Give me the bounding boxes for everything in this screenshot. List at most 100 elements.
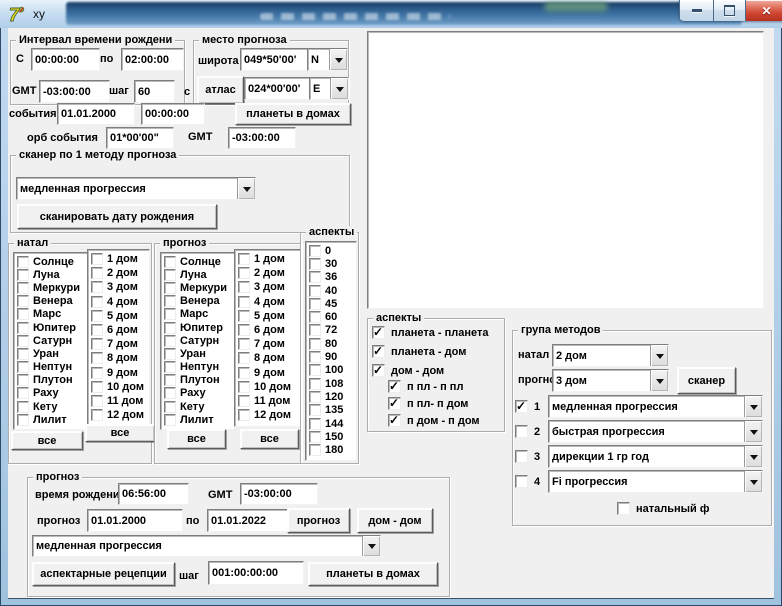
natal-f-row[interactable]: натальный ф — [617, 502, 710, 515]
house-list-item[interactable]: 12 дом — [91, 408, 149, 422]
natal-planets-list[interactable]: СолнцеЛунаМеркуриВенераМарсЮпитерСатурнУ… — [13, 252, 88, 430]
checkbox-icon[interactable] — [17, 401, 29, 413]
planet-list-item[interactable]: Уран — [17, 347, 87, 360]
aspect-flag-row[interactable]: планета - планета — [372, 326, 501, 339]
checkbox-icon[interactable] — [164, 256, 176, 268]
checkbox-icon[interactable] — [388, 414, 401, 427]
scanner-method-combo[interactable]: медленная прогрессия — [16, 177, 256, 200]
checkbox-icon[interactable] — [164, 335, 176, 347]
checkbox-icon[interactable] — [309, 378, 321, 390]
methods-prognoz-combo[interactable]: 3 дом — [552, 369, 669, 392]
chevron-down-icon[interactable] — [744, 471, 762, 492]
checkbox-icon[interactable] — [515, 475, 528, 488]
checkbox-icon[interactable] — [91, 267, 103, 279]
checkbox-icon[interactable] — [17, 361, 29, 373]
checkbox-icon[interactable] — [91, 324, 103, 336]
aspect-list-item[interactable]: 100 — [309, 364, 356, 377]
method-combo[interactable]: медленная прогрессия — [548, 395, 763, 418]
planet-list-item[interactable]: Раху — [164, 387, 234, 400]
natal-houses-all-button[interactable]: все — [85, 424, 155, 442]
checkbox-icon[interactable] — [17, 414, 29, 426]
planet-list-item[interactable]: Уран — [164, 347, 234, 360]
house-list-item[interactable]: 6 дом — [238, 323, 301, 337]
minimize-button[interactable] — [679, 0, 714, 21]
checkbox-icon[interactable] — [164, 308, 176, 320]
birth-time-input[interactable]: 06:56:00 — [118, 483, 189, 505]
longitude-input[interactable]: 024*00'00' — [244, 77, 313, 100]
checkbox-icon[interactable] — [309, 258, 321, 270]
checkbox-icon[interactable] — [309, 404, 321, 416]
atlas-button[interactable]: атлас — [197, 76, 244, 104]
natal-houses-list[interactable]: 1 дом2 дом3 дом4 дом5 дом6 дом7 дом8 дом… — [87, 249, 150, 427]
house-list-item[interactable]: 5 дом — [91, 309, 149, 323]
method-combo[interactable]: быстрая прогрессия — [548, 420, 763, 443]
planet-list-item[interactable]: Марс — [17, 308, 87, 321]
planet-list-item[interactable]: Сатурн — [17, 334, 87, 347]
chevron-down-icon[interactable] — [362, 536, 380, 556]
aspect-receptions-button[interactable]: аспектарные рецепции — [32, 562, 175, 586]
checkbox-icon[interactable] — [164, 387, 176, 399]
methods-natal-combo[interactable]: 2 дом — [552, 344, 669, 367]
aspect-list-item[interactable]: 45 — [309, 297, 356, 310]
house-list-item[interactable]: 9 дом — [238, 366, 301, 380]
checkbox-icon[interactable] — [309, 444, 321, 456]
results-listbox[interactable] — [367, 31, 764, 309]
event-gmt-input[interactable]: -03:00:00 — [228, 127, 296, 149]
dom-dom-button[interactable]: дом - дом — [357, 508, 433, 533]
checkbox-icon[interactable] — [238, 367, 250, 379]
planet-list-item[interactable]: Солнце — [164, 255, 234, 268]
house-list-item[interactable]: 7 дом — [238, 337, 301, 351]
forecast-planets-in-houses-button[interactable]: планеты в домах — [308, 562, 438, 586]
event-orb-input[interactable]: 01*00'00" — [106, 127, 174, 149]
house-list-item[interactable]: 8 дом — [91, 351, 149, 365]
natal-planets-all-button[interactable]: все — [11, 431, 83, 450]
chevron-down-icon[interactable] — [744, 396, 762, 417]
prognoz-planets-all-button[interactable]: все — [167, 429, 226, 449]
birth-to-input[interactable]: 02:00:00 — [121, 48, 184, 71]
aspect-list-item[interactable]: 150 — [309, 430, 356, 443]
checkbox-icon[interactable] — [238, 253, 250, 265]
aspect-list-item[interactable]: 36 — [309, 271, 356, 284]
event-date-input[interactable]: 01.01.2000 — [57, 103, 135, 125]
checkbox-icon[interactable] — [91, 281, 103, 293]
aspect-list-item[interactable]: 135 — [309, 404, 356, 417]
planet-list-item[interactable]: Юпитер — [164, 321, 234, 334]
house-list-item[interactable]: 4 дом — [91, 295, 149, 309]
checkbox-icon[interactable] — [238, 324, 250, 336]
checkbox-icon[interactable] — [617, 502, 630, 515]
checkbox-icon[interactable] — [515, 400, 528, 413]
checkbox-icon[interactable] — [91, 381, 103, 393]
checkbox-icon[interactable] — [17, 374, 29, 386]
event-time-input[interactable]: 00:00:00 — [141, 103, 205, 125]
prognoz-houses-all-button[interactable]: все — [240, 429, 299, 449]
planet-list-item[interactable]: Луна — [164, 268, 234, 281]
house-list-item[interactable]: 11 дом — [91, 394, 149, 408]
house-list-item[interactable]: 1 дом — [91, 252, 149, 266]
aspect-list-item[interactable]: 30 — [309, 257, 356, 270]
planets-in-houses-button[interactable]: планеты в домах — [235, 103, 351, 125]
checkbox-icon[interactable] — [238, 395, 250, 407]
house-list-item[interactable]: 7 дом — [91, 337, 149, 351]
checkbox-icon[interactable] — [388, 380, 401, 393]
aspect-list-item[interactable]: 60 — [309, 310, 356, 323]
planet-list-item[interactable]: Раху — [17, 387, 87, 400]
checkbox-icon[interactable] — [17, 348, 29, 360]
checkbox-icon[interactable] — [17, 335, 29, 347]
step-input[interactable]: 60 — [134, 80, 175, 103]
aspect-list-item[interactable]: 40 — [309, 284, 356, 297]
planet-list-item[interactable]: Лилит — [17, 413, 87, 426]
checkbox-icon[interactable] — [372, 364, 385, 377]
house-list-item[interactable]: 9 дом — [91, 366, 149, 380]
latitude-dir-combo[interactable]: N — [307, 48, 348, 71]
checkbox-icon[interactable] — [17, 256, 29, 268]
checkbox-icon[interactable] — [17, 322, 29, 334]
chevron-down-icon[interactable] — [650, 345, 668, 366]
house-list-item[interactable]: 3 дом — [91, 280, 149, 294]
aspect-list-item[interactable]: 108 — [309, 377, 356, 390]
method-combo[interactable]: Fi прогрессия — [548, 470, 763, 493]
planet-list-item[interactable]: Лилит — [164, 413, 234, 426]
prognoz-houses-list[interactable]: 1 дом2 дом3 дом4 дом5 дом6 дом7 дом8 дом… — [234, 249, 302, 427]
planet-list-item[interactable]: Сатурн — [164, 334, 234, 347]
aspect-list-item[interactable]: 90 — [309, 350, 356, 363]
aspect-flag-row[interactable]: п дом - п дом — [388, 414, 480, 427]
